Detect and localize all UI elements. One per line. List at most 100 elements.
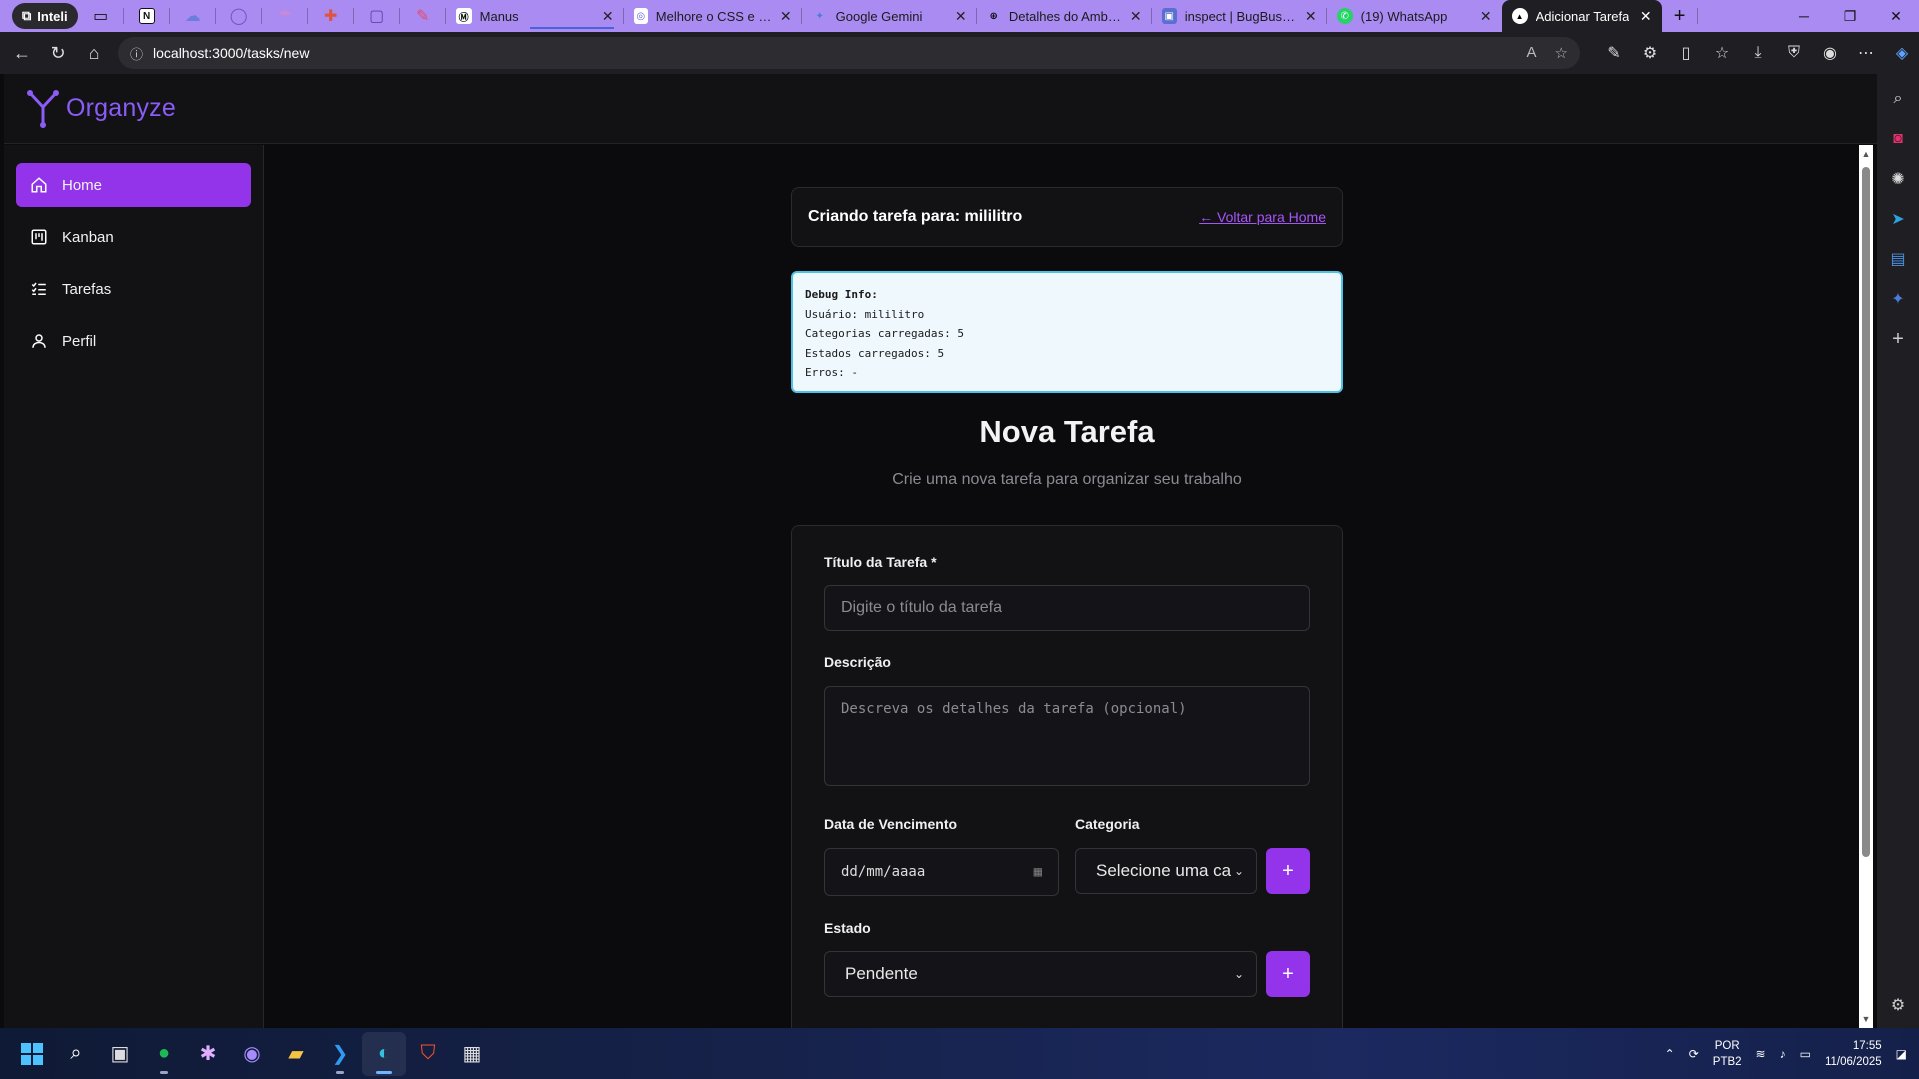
- language-top: POR: [1714, 1039, 1740, 1052]
- back-home-link[interactable]: ← Voltar para Home: [1199, 209, 1326, 225]
- tab-melhore-css[interactable]: ◎ Melhore o CSS e a res ✕: [624, 0, 802, 32]
- more-options-icon[interactable]: ⋯: [1850, 37, 1882, 69]
- clock[interactable]: 17:55 11/06/2025: [1825, 1038, 1882, 1070]
- wifi-icon[interactable]: ≋: [1756, 1047, 1766, 1061]
- tab-detalhes[interactable]: ⊕ Detalhes do Ambiente ✕: [977, 0, 1152, 32]
- copilot-spark-icon[interactable]: ✦: [1885, 286, 1911, 312]
- sync-icon[interactable]: ⟳: [1689, 1047, 1699, 1061]
- add-state-button[interactable]: +: [1266, 951, 1310, 997]
- close-tab-icon[interactable]: ✕: [1305, 8, 1317, 25]
- chat-icon: ◎: [633, 8, 648, 24]
- edge-icon[interactable]: ◐: [362, 1031, 406, 1076]
- pinned-tab-page[interactable]: ▢: [354, 0, 400, 32]
- extensions-icon[interactable]: ⚙: [1634, 37, 1666, 69]
- close-tab-icon[interactable]: ✕: [602, 8, 614, 25]
- calculator-icon[interactable]: ▦: [450, 1032, 494, 1076]
- sidebar-item-perfil[interactable]: Perfil: [16, 319, 251, 363]
- debug-categories: Categorias carregadas: 5: [805, 327, 964, 340]
- scroll-down-icon[interactable]: ▼: [1859, 1014, 1873, 1024]
- new-tab-button[interactable]: +: [1662, 0, 1698, 32]
- extension-pen-icon[interactable]: ✎: [1598, 37, 1630, 69]
- tab-actions-button[interactable]: ▭: [78, 0, 124, 32]
- due-date-input[interactable]: dd/mm/aaaa ▦: [824, 848, 1059, 896]
- back-icon[interactable]: ←: [4, 35, 40, 71]
- slack-icon[interactable]: ✱: [186, 1032, 230, 1076]
- add-sidebar-app-icon[interactable]: +: [1885, 326, 1911, 352]
- vscode-icon[interactable]: ❯: [318, 1032, 362, 1076]
- tab-title: Detalhes do Ambiente: [1008, 8, 1122, 24]
- pinned-tab-vercel[interactable]: ✎: [400, 0, 446, 32]
- github-desktop-icon[interactable]: ◉: [230, 1032, 274, 1076]
- battery-icon[interactable]: ▭: [1800, 1047, 1811, 1061]
- calendar-icon[interactable]: ▦: [1034, 864, 1042, 880]
- home-browser-icon[interactable]: ⌂: [76, 35, 112, 71]
- close-tab-icon[interactable]: ✕: [1640, 8, 1652, 25]
- profile-button[interactable]: ⧉ Inteli: [12, 3, 78, 29]
- profile-avatar-icon[interactable]: ◉: [1814, 37, 1846, 69]
- chatgpt-icon[interactable]: ✺: [1885, 166, 1911, 192]
- reload-icon[interactable]: ↻: [40, 35, 76, 71]
- state-select[interactable]: Pendente ⌄: [824, 951, 1257, 997]
- tab-adicionar-tarefa[interactable]: ▲ Adicionar Tarefa ✕: [1501, 0, 1662, 32]
- search-icon[interactable]: ⌕: [1885, 86, 1911, 112]
- telegram-icon[interactable]: ➤: [1885, 206, 1911, 232]
- minimize-icon[interactable]: ─: [1781, 0, 1827, 32]
- sidebar-settings-icon[interactable]: ⚙: [1885, 992, 1911, 1018]
- instagram-icon[interactable]: ◙: [1885, 126, 1911, 152]
- split-screen-icon[interactable]: ▯: [1670, 37, 1702, 69]
- downloads-icon[interactable]: ⤓: [1742, 37, 1774, 69]
- taskbar-search-icon[interactable]: ⌕: [54, 1032, 98, 1076]
- browser-essentials-icon[interactable]: ⛨: [1778, 37, 1810, 69]
- tab-manus[interactable]: Ⓜ Manus ✕: [446, 0, 624, 32]
- close-tab-icon[interactable]: ✕: [1480, 8, 1492, 25]
- close-tab-icon[interactable]: ✕: [955, 8, 967, 25]
- category-select[interactable]: Selecione uma ca ⌄: [1075, 848, 1257, 894]
- address-bar[interactable]: ⓘ localhost:3000/tasks/new A ☆: [118, 37, 1580, 69]
- pinned-tab-cloud[interactable]: ☁: [170, 0, 216, 32]
- task-view-icon[interactable]: ▣: [98, 1032, 142, 1076]
- sidebar-item-home[interactable]: Home: [16, 163, 251, 207]
- sidebar-item-label: Tarefas: [62, 280, 112, 298]
- close-window-icon[interactable]: ✕: [1873, 0, 1919, 32]
- sidebar-item-kanban[interactable]: Kanban: [16, 215, 251, 259]
- close-tab-icon[interactable]: ✕: [780, 8, 792, 25]
- pinned-tab-github[interactable]: ◯: [216, 0, 262, 32]
- brave-icon[interactable]: ⛉: [406, 1032, 450, 1076]
- state-value: Pendente: [845, 964, 918, 983]
- app-logo-text[interactable]: Organyze: [66, 94, 176, 123]
- file-explorer-icon[interactable]: ▰: [274, 1032, 318, 1076]
- windows-taskbar: ⌕ ▣ ● ✱ ◉ ▰ ❯ ◐ ⛉ ▦ ⌃ ⟳ POR PTB2 ≋ ♪ ▭ 1…: [0, 1028, 1919, 1079]
- tab-bugbusters[interactable]: ▣ inspect | BugBusters ✕: [1152, 0, 1327, 32]
- language-indicator[interactable]: POR PTB2: [1713, 1038, 1742, 1070]
- tab-actions-icon: ▭: [93, 8, 109, 25]
- description-textarea[interactable]: Descreva os detalhes da tarefa (opcional…: [824, 686, 1310, 786]
- due-date-label: Data de Vencimento: [824, 816, 958, 832]
- favorites-icon[interactable]: ☆: [1706, 37, 1738, 69]
- tray-overflow-icon[interactable]: ⌃: [1665, 1047, 1675, 1061]
- add-category-button[interactable]: +: [1266, 848, 1310, 894]
- vercel-icon: ▲: [1511, 8, 1528, 24]
- sidebar-item-tarefas[interactable]: Tarefas: [16, 267, 251, 311]
- page-scrollbar[interactable]: ▲ ▼: [1859, 145, 1873, 1028]
- scrollbar-thumb[interactable]: [1862, 167, 1870, 857]
- volume-icon[interactable]: ♪: [1780, 1047, 1786, 1061]
- pinned-tab-app[interactable]: ☂: [262, 0, 308, 32]
- manus-icon: Ⓜ: [455, 8, 472, 24]
- tab-whatsapp[interactable]: ✆ (19) WhatsApp ✕: [1327, 0, 1502, 32]
- restore-icon[interactable]: ❐: [1827, 0, 1873, 32]
- read-aloud-icon[interactable]: A: [1527, 44, 1537, 62]
- favorite-star-icon[interactable]: ☆: [1555, 44, 1568, 62]
- copilot-icon[interactable]: ◈: [1886, 37, 1918, 69]
- title-input[interactable]: Digite o título da tarefa: [824, 585, 1310, 631]
- pinned-tab-notion[interactable]: N: [124, 0, 170, 32]
- notifications-icon[interactable]: ◪: [1896, 1047, 1907, 1061]
- start-button[interactable]: [10, 1032, 54, 1076]
- pinned-tab-figma[interactable]: ✚: [308, 0, 354, 32]
- spotify-icon[interactable]: ●: [142, 1032, 186, 1076]
- tab-gemini[interactable]: ✦ Google Gemini ✕: [802, 0, 977, 32]
- translator-icon[interactable]: ▤: [1885, 246, 1911, 272]
- chevron-down-icon: ⌄: [1233, 864, 1244, 878]
- scroll-up-icon[interactable]: ▲: [1859, 149, 1873, 159]
- app-viewport: Organyze Home Kanban Tarefas Perfil Cria…: [4, 74, 1877, 1045]
- close-tab-icon[interactable]: ✕: [1130, 8, 1142, 25]
